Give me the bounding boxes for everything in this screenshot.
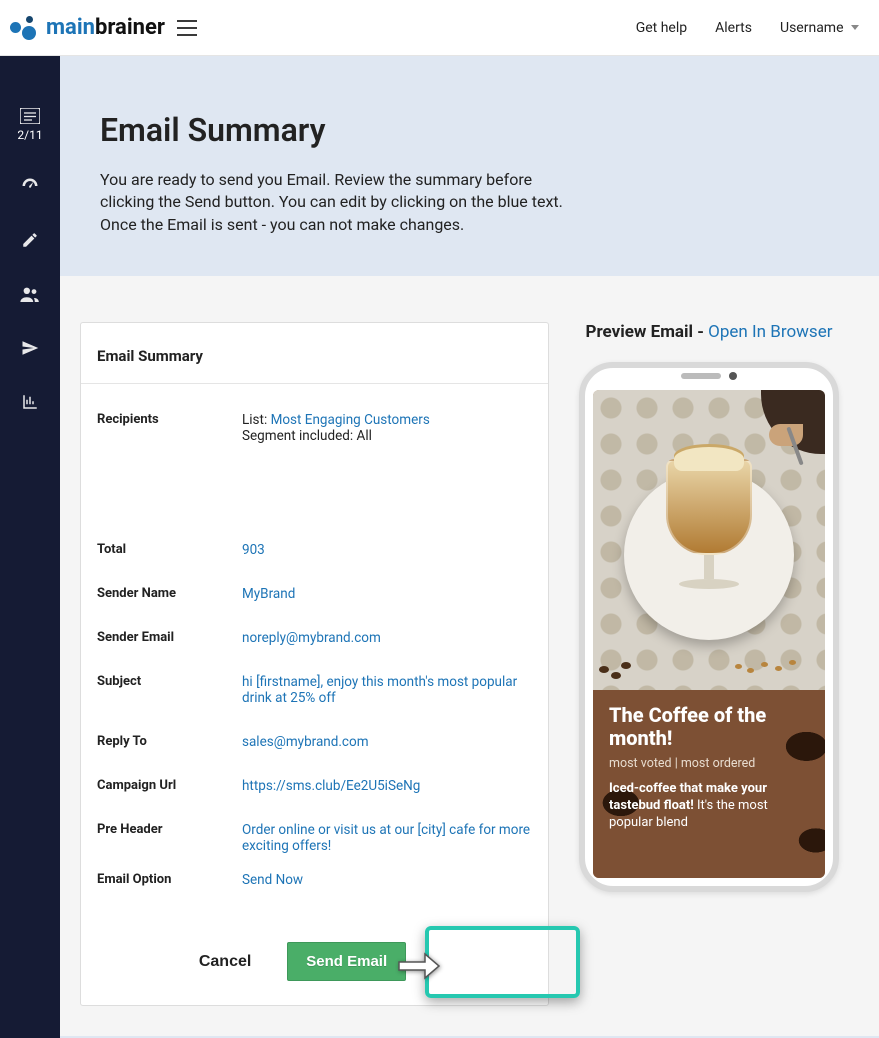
phone-screen: The Coffee of the month! most voted | mo… bbox=[593, 390, 825, 878]
page-description: You are ready to send you Email. Review … bbox=[100, 169, 580, 236]
sender-email-value[interactable]: noreply@mybrand.com bbox=[242, 630, 381, 646]
email-hero-image bbox=[593, 390, 825, 690]
recipients-list-link[interactable]: Most Engaging Customers bbox=[271, 412, 430, 428]
summary-card-title: Email Summary bbox=[81, 323, 548, 384]
send-email-button[interactable]: Send Email bbox=[287, 942, 406, 981]
pre-header-value[interactable]: Order online or visit us at our [city] c… bbox=[242, 822, 530, 854]
recipients-label: Recipients bbox=[97, 412, 242, 444]
card-footer: Cancel Send Email bbox=[81, 922, 548, 1005]
username-label: Username bbox=[780, 20, 844, 36]
phone-preview: The Coffee of the month! most voted | mo… bbox=[579, 362, 839, 892]
pre-header-label: Pre Header bbox=[97, 822, 242, 854]
email-heading: The Coffee of the month! bbox=[609, 704, 809, 750]
sidebar-audience-icon[interactable] bbox=[20, 284, 40, 304]
sender-name-label: Sender Name bbox=[97, 586, 242, 602]
iced-coffee-icon bbox=[663, 459, 755, 609]
header-right: Get help Alerts Username bbox=[636, 20, 859, 36]
main-content: Email Summary You are ready to send you … bbox=[60, 56, 879, 1038]
sidebar-send-icon[interactable] bbox=[20, 338, 40, 358]
recipients-list-prefix: List: bbox=[242, 412, 271, 428]
phone-notch bbox=[681, 372, 737, 380]
steps-icon bbox=[20, 108, 40, 124]
logo-text-brainer: brainer bbox=[95, 15, 165, 40]
sidebar-step-counter[interactable]: 2/11 bbox=[17, 108, 42, 142]
page-title: Email Summary bbox=[100, 111, 839, 149]
coffee-beans-icon bbox=[599, 656, 639, 684]
email-subheading: most voted | most ordered bbox=[609, 756, 809, 771]
preview-title-prefix: Preview Email - bbox=[586, 322, 709, 342]
recipients-segment: Segment included: All bbox=[242, 428, 372, 444]
phone-camera-icon bbox=[729, 372, 737, 380]
sidebar-edit-icon[interactable] bbox=[20, 230, 40, 250]
cancel-button[interactable]: Cancel bbox=[185, 943, 265, 981]
send-highlight-box bbox=[425, 926, 580, 998]
email-body: The Coffee of the month! most voted | mo… bbox=[593, 690, 825, 878]
email-option-value[interactable]: Send Now bbox=[242, 872, 303, 888]
logo-text-main: main bbox=[46, 15, 95, 40]
alerts-link[interactable]: Alerts bbox=[715, 20, 752, 36]
sender-email-label: Sender Email bbox=[97, 630, 242, 646]
header-left: mainbrainer bbox=[8, 15, 197, 40]
sender-name-value[interactable]: MyBrand bbox=[242, 586, 295, 602]
hamburger-icon[interactable] bbox=[177, 20, 197, 36]
recipients-value: List: Most Engaging Customers Segment in… bbox=[242, 412, 532, 444]
subject-value[interactable]: hi [firstname], enjoy this month's most … bbox=[242, 674, 517, 706]
get-help-link[interactable]: Get help bbox=[636, 20, 687, 36]
email-preview: The Coffee of the month! most voted | mo… bbox=[593, 390, 825, 878]
total-value[interactable]: 903 bbox=[242, 542, 265, 558]
sidebar: 2/11 bbox=[0, 56, 60, 1038]
sidebar-analytics-icon[interactable] bbox=[20, 392, 40, 412]
campaign-url-label: Campaign Url bbox=[97, 778, 242, 794]
sidebar-dashboard-icon[interactable] bbox=[20, 176, 40, 196]
logo[interactable]: mainbrainer bbox=[8, 15, 165, 40]
preview-title: Preview Email - Open In Browser bbox=[579, 322, 839, 342]
reply-to-label: Reply To bbox=[97, 734, 242, 750]
phone-speaker-icon bbox=[681, 373, 721, 379]
subject-label: Subject bbox=[97, 674, 242, 706]
hero: Email Summary You are ready to send you … bbox=[60, 56, 879, 276]
email-highlight: Iced-coffee that make your tastebud floa… bbox=[609, 781, 809, 832]
preview-column: Preview Email - Open In Browser bbox=[579, 322, 839, 892]
username-menu[interactable]: Username bbox=[780, 20, 859, 36]
campaign-url-value[interactable]: https://sms.club/Ee2U5iSeNg bbox=[242, 778, 420, 794]
step-counter-label: 2/11 bbox=[17, 128, 42, 142]
chevron-down-icon bbox=[851, 25, 859, 30]
app-header: mainbrainer Get help Alerts Username bbox=[0, 0, 879, 56]
pointer-arrow-icon bbox=[397, 952, 435, 978]
summary-card: Email Summary Recipients List: Most Enga… bbox=[80, 322, 549, 1006]
logo-dots-icon bbox=[8, 16, 40, 40]
reply-to-value[interactable]: sales@mybrand.com bbox=[242, 734, 369, 750]
open-in-browser-link[interactable]: Open In Browser bbox=[708, 322, 832, 342]
total-label: Total bbox=[97, 542, 242, 558]
email-option-label: Email Option bbox=[97, 872, 242, 888]
